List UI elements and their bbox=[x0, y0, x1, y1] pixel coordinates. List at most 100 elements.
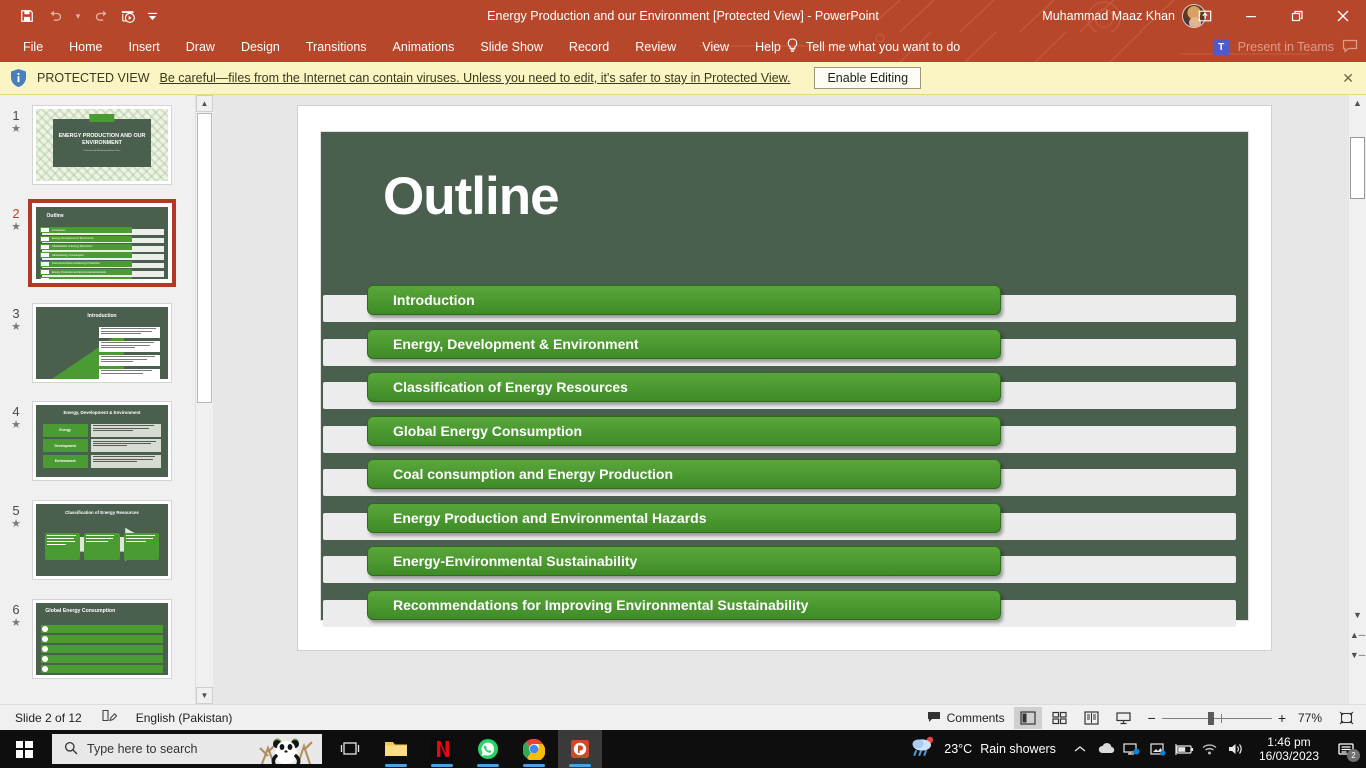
outline-item-bar[interactable]: Energy Production and Environmental Haza… bbox=[367, 502, 1001, 533]
outline-item-bar[interactable]: Classification of Energy Resources bbox=[367, 372, 1001, 402]
customize-quick-access-toolbar-button[interactable] bbox=[144, 3, 160, 29]
photos-icon[interactable] bbox=[1146, 730, 1170, 768]
slide-counter[interactable]: Slide 2 of 12 bbox=[10, 711, 87, 725]
scroll-up-arrow-icon[interactable]: ▲ bbox=[196, 95, 213, 112]
minimize-icon[interactable] bbox=[1228, 0, 1274, 32]
battery-icon[interactable] bbox=[1172, 730, 1196, 768]
zoom-slider[interactable] bbox=[1161, 711, 1272, 725]
zoom-level[interactable]: 77% bbox=[1292, 711, 1322, 725]
next-slide-button[interactable]: ▼─ bbox=[1349, 647, 1366, 662]
slide-canvas[interactable]: Outline Introduction Energy, Development… bbox=[297, 105, 1272, 651]
close-protected-view-icon[interactable]: ✕ bbox=[1342, 70, 1354, 87]
present-in-teams-button[interactable]: Present in Teams bbox=[1238, 40, 1334, 54]
thumbnail-box[interactable]: Global Energy Consumption bbox=[32, 599, 172, 679]
outline-item[interactable]: Recommendations for Improving Environmen… bbox=[321, 587, 1248, 631]
outline-item-bar[interactable]: Coal consumption and Energy Production bbox=[367, 459, 1001, 489]
zoom-in-button[interactable]: + bbox=[1278, 710, 1286, 726]
thumbnail-slide-1[interactable]: 1 ★ ENERGY PRODUCTION AND OUR ENVIRONMEN… bbox=[0, 105, 195, 185]
weather-widget[interactable]: 23°C Rain showers bbox=[900, 736, 1066, 763]
powerpoint-button[interactable] bbox=[558, 730, 602, 768]
outline-item[interactable]: Classification of Energy Resources bbox=[321, 369, 1248, 413]
scroll-down-arrow-icon[interactable]: ▼ bbox=[1349, 607, 1366, 622]
thumbnail-box[interactable]: Classification of Energy Resources bbox=[32, 500, 172, 580]
save-button[interactable] bbox=[14, 3, 40, 29]
thumbnail-slide-6[interactable]: 6 ★ Global Energy Consumption bbox=[0, 599, 195, 679]
outline-item[interactable]: Energy, Development & Environment bbox=[321, 326, 1248, 370]
scroll-up-arrow-icon[interactable]: ▲ bbox=[1349, 95, 1366, 110]
language-indicator[interactable]: English (Pakistan) bbox=[131, 711, 238, 725]
thumbnail-pane-scrollbar[interactable]: ▲ ▼ bbox=[195, 95, 213, 704]
comments-button[interactable]: Comments bbox=[922, 711, 1010, 726]
network-monitor-icon[interactable] bbox=[1120, 730, 1144, 768]
redo-button[interactable] bbox=[88, 3, 114, 29]
scrollbar-thumb[interactable] bbox=[1350, 137, 1365, 199]
wifi-icon[interactable] bbox=[1198, 730, 1222, 768]
start-from-beginning-button[interactable] bbox=[116, 3, 142, 29]
show-hidden-icons-chevron-icon[interactable] bbox=[1068, 730, 1092, 768]
slide-area-scrollbar[interactable]: ▲ ▼ ▲─ ▼─ bbox=[1349, 95, 1366, 704]
thumbnail-box[interactable]: Introduction bbox=[32, 303, 172, 383]
onedrive-icon[interactable] bbox=[1094, 730, 1118, 768]
tab-animations[interactable]: Animations bbox=[380, 32, 468, 62]
fit-slide-to-window-button[interactable] bbox=[1332, 707, 1360, 729]
slide-show-button[interactable] bbox=[1110, 707, 1138, 729]
slide-sorter-view-button[interactable] bbox=[1046, 707, 1074, 729]
outline-item-bar[interactable]: Global Energy Consumption bbox=[367, 415, 1001, 446]
tab-record[interactable]: Record bbox=[556, 32, 622, 62]
zoom-out-button[interactable]: − bbox=[1148, 710, 1156, 726]
thumbnail-slide-2[interactable]: 2 ★ Outline Introduction Energy, Develop… bbox=[0, 199, 195, 287]
tell-me-search[interactable]: Tell me what you want to do bbox=[786, 32, 960, 62]
tab-draw[interactable]: Draw bbox=[173, 32, 228, 62]
outline-item[interactable]: Energy Production and Environmental Haza… bbox=[321, 500, 1248, 544]
thumbnail-slide-4[interactable]: 4 ★ Energy, Development & Environment En… bbox=[0, 401, 195, 481]
outline-item[interactable]: Global Energy Consumption bbox=[321, 413, 1248, 457]
slide-thumbnail-pane[interactable]: 1 ★ ENERGY PRODUCTION AND OUR ENVIRONMEN… bbox=[0, 95, 195, 704]
tab-home[interactable]: Home bbox=[56, 32, 115, 62]
tab-slide-show[interactable]: Slide Show bbox=[467, 32, 556, 62]
tab-insert[interactable]: Insert bbox=[116, 32, 173, 62]
thumbnail-box[interactable]: Outline Introduction Energy, Development… bbox=[28, 199, 176, 287]
outline-item-bar[interactable]: Energy, Development & Environment bbox=[367, 328, 1001, 359]
normal-view-button[interactable] bbox=[1013, 707, 1042, 729]
scroll-down-arrow-icon[interactable]: ▼ bbox=[196, 687, 213, 704]
restore-icon[interactable] bbox=[1274, 0, 1320, 32]
whatsapp-button[interactable] bbox=[466, 730, 510, 768]
outline-item-bar[interactable]: Introduction bbox=[367, 285, 1001, 315]
start-button[interactable] bbox=[0, 730, 48, 768]
close-icon[interactable] bbox=[1320, 0, 1366, 32]
notifications-button[interactable]: 2 bbox=[1330, 730, 1362, 768]
clock[interactable]: 1:46 pm 16/03/2023 bbox=[1250, 735, 1328, 763]
previous-slide-button[interactable]: ▲─ bbox=[1349, 627, 1366, 642]
reading-view-button[interactable] bbox=[1078, 707, 1106, 729]
file-explorer-button[interactable] bbox=[374, 730, 418, 768]
outline-item[interactable]: Introduction bbox=[321, 282, 1248, 326]
netflix-button[interactable] bbox=[420, 730, 464, 768]
comments-icon[interactable] bbox=[1342, 39, 1358, 56]
tab-file[interactable]: File bbox=[10, 32, 56, 62]
scrollbar-thumb[interactable] bbox=[197, 113, 212, 403]
search-input[interactable]: Type here to search bbox=[52, 734, 322, 764]
outline-item-bar[interactable]: Recommendations for Improving Environmen… bbox=[367, 589, 1001, 620]
tab-design[interactable]: Design bbox=[228, 32, 293, 62]
ribbon-display-options-icon[interactable] bbox=[1182, 0, 1228, 32]
tab-view[interactable]: View bbox=[689, 32, 742, 62]
outline-item[interactable]: Coal consumption and Energy Production bbox=[321, 456, 1248, 500]
thumbnail-box[interactable]: Energy, Development & Environment Energy… bbox=[32, 401, 172, 481]
task-view-button[interactable] bbox=[328, 730, 372, 768]
undo-button[interactable] bbox=[42, 3, 68, 29]
enable-editing-button[interactable]: Enable Editing bbox=[814, 67, 922, 89]
thumbnail-slide-5[interactable]: 5 ★ Classification of Energy Resources bbox=[0, 500, 195, 580]
zoom-slider-handle[interactable] bbox=[1207, 711, 1214, 725]
slide-edit-area[interactable]: Outline Introduction Energy, Development… bbox=[213, 95, 1349, 704]
undo-dropdown-icon[interactable]: ▾ bbox=[70, 3, 86, 29]
chrome-button[interactable] bbox=[512, 730, 556, 768]
thumbnail-slide-3[interactable]: 3 ★ Introduction bbox=[0, 303, 195, 383]
thumbnail-box[interactable]: ENERGY PRODUCTION AND OUR ENVIRONMENT Pr… bbox=[32, 105, 172, 185]
outline-item-bar[interactable]: Energy-Environmental Sustainability bbox=[367, 546, 1001, 576]
zoom-control[interactable]: − + 77% bbox=[1142, 710, 1328, 726]
volume-icon[interactable] bbox=[1224, 730, 1248, 768]
spell-check-icon[interactable] bbox=[101, 709, 118, 726]
tab-review[interactable]: Review bbox=[622, 32, 689, 62]
outline-item[interactable]: Energy-Environmental Sustainability bbox=[321, 543, 1248, 587]
tab-transitions[interactable]: Transitions bbox=[293, 32, 380, 62]
